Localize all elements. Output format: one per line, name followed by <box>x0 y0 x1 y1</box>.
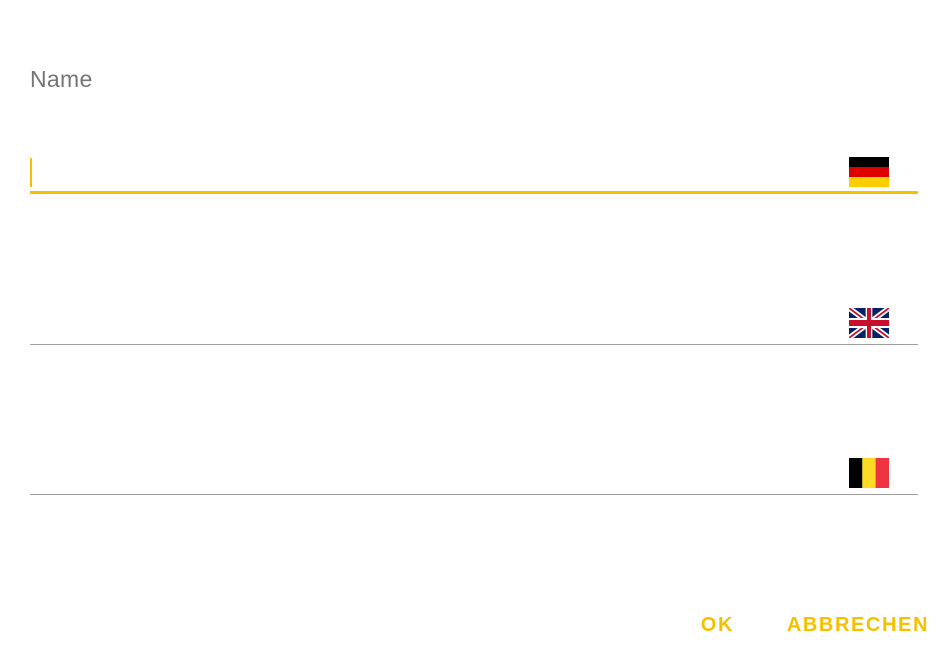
ok-button[interactable]: OK <box>701 610 734 640</box>
name-input-english[interactable] <box>30 301 830 341</box>
name-field-english[interactable] <box>30 301 918 345</box>
name-field-german[interactable] <box>30 150 918 194</box>
field-underline <box>30 344 918 345</box>
field-underline <box>30 494 918 495</box>
field-underline <box>30 191 918 194</box>
cancel-button[interactable]: ABBRECHEN <box>787 610 929 640</box>
name-field-belgian[interactable] <box>30 451 918 495</box>
uk-flag-icon <box>849 308 889 338</box>
dialog-title: Name <box>30 66 93 92</box>
text-caret <box>30 158 32 187</box>
germany-flag-icon <box>849 157 889 187</box>
name-input-german[interactable] <box>30 150 830 190</box>
belgium-flag-icon <box>849 458 889 488</box>
name-dialog: Name OK ABBRECHEN <box>0 0 949 658</box>
name-input-belgian[interactable] <box>30 451 830 491</box>
